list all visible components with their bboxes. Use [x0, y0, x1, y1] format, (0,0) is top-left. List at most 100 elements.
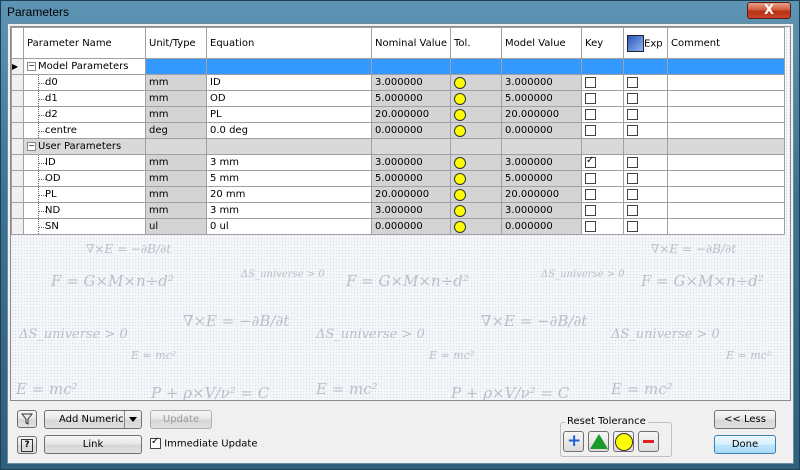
key-checkbox[interactable]	[585, 188, 597, 200]
close-button[interactable]: X	[747, 2, 791, 19]
unit-cell[interactable]: mm	[145, 106, 207, 123]
row-header[interactable]	[11, 138, 24, 155]
collapse-icon[interactable]: −	[27, 141, 36, 151]
parameter-row[interactable]: d1 mm OD 5.000000 5.000000	[11, 90, 786, 107]
key-cell[interactable]	[581, 170, 625, 187]
comment-cell[interactable]	[667, 202, 786, 219]
equation-cell[interactable]: ID	[206, 74, 372, 91]
parameter-row[interactable]: PL mm 20 mm 20.000000 20.000000	[11, 186, 786, 203]
comment-cell[interactable]	[667, 90, 786, 107]
column-header-equation[interactable]: Equation	[206, 27, 372, 59]
done-button[interactable]: Done	[714, 435, 776, 454]
key-cell[interactable]	[581, 74, 625, 91]
parameter-name-cell[interactable]: d1	[23, 90, 146, 107]
unit-cell[interactable]: ul	[145, 218, 207, 235]
unit-cell[interactable]: mm	[145, 74, 207, 91]
column-header-model[interactable]: Model Value	[501, 27, 583, 59]
key-cell[interactable]	[581, 154, 625, 171]
row-header[interactable]	[11, 90, 24, 107]
comment-cell[interactable]	[667, 186, 786, 203]
comment-cell[interactable]	[667, 122, 786, 139]
parameter-row[interactable]: OD mm 5 mm 5.000000 5.000000	[11, 170, 786, 187]
unit-cell[interactable]: mm	[145, 154, 207, 171]
tolerance-cell[interactable]	[450, 74, 503, 91]
column-header-nominal[interactable]: Nominal Value	[370, 27, 452, 59]
parameter-name-cell[interactable]: centre	[23, 122, 146, 139]
comment-cell[interactable]	[667, 218, 786, 235]
tolerance-cell[interactable]	[450, 154, 503, 171]
key-checkbox[interactable]	[585, 156, 597, 168]
row-header[interactable]	[11, 186, 24, 203]
row-header[interactable]	[11, 74, 24, 91]
tolerance-nominal-icon[interactable]	[454, 76, 467, 89]
key-checkbox[interactable]	[585, 124, 597, 136]
less-button[interactable]: << Less	[714, 410, 776, 429]
parameter-row[interactable]: d0 mm ID 3.000000 3.000000	[11, 74, 786, 91]
group-name-cell[interactable]: − Model Parameters	[23, 58, 146, 75]
parameter-name-cell[interactable]: OD	[23, 170, 146, 187]
key-cell[interactable]	[581, 90, 625, 107]
export-checkbox[interactable]	[627, 220, 639, 232]
tolerance-cell[interactable]	[450, 122, 503, 139]
tolerance-nominal-icon[interactable]	[454, 172, 467, 185]
group-row[interactable]: ▶ − Model Parameters	[11, 58, 786, 75]
tolerance-nominal-icon[interactable]	[454, 124, 467, 137]
export-checkbox[interactable]	[627, 124, 639, 136]
tolerance-cell[interactable]	[450, 186, 503, 203]
immediate-update-checkbox[interactable]	[150, 436, 161, 449]
comment-cell[interactable]	[667, 154, 786, 171]
tolerance-nominal-icon[interactable]	[454, 204, 467, 217]
row-header[interactable]	[11, 122, 24, 139]
key-checkbox[interactable]	[585, 92, 597, 104]
key-cell[interactable]	[581, 106, 625, 123]
parameter-name-cell[interactable]: SN	[23, 218, 146, 235]
group-name-cell[interactable]: − User Parameters	[23, 138, 146, 155]
parameter-name-cell[interactable]: d0	[23, 74, 146, 91]
help-button[interactable]: ?	[17, 436, 37, 454]
key-cell[interactable]	[581, 122, 625, 139]
immediate-update-option[interactable]: Immediate Update	[150, 436, 258, 450]
key-cell[interactable]	[581, 202, 625, 219]
comment-cell[interactable]	[667, 106, 786, 123]
export-cell[interactable]	[623, 170, 669, 187]
equation-cell[interactable]: OD	[206, 90, 372, 107]
equation-cell[interactable]: 5 mm	[206, 170, 372, 187]
parameter-row[interactable]: ND mm 3 mm 3.000000 3.000000	[11, 202, 786, 219]
tolerance-cell[interactable]	[450, 106, 503, 123]
key-checkbox[interactable]	[585, 220, 597, 232]
tolerance-upper-button[interactable]: +	[563, 431, 584, 452]
parameter-row[interactable]: SN ul 0 ul 0.000000 0.000000	[11, 218, 786, 235]
column-header-unit[interactable]: Unit/Type	[145, 27, 207, 59]
column-header-key[interactable]: Key	[581, 27, 625, 59]
column-header-exp[interactable]: Exp	[623, 27, 669, 59]
key-cell[interactable]	[581, 186, 625, 203]
key-checkbox[interactable]	[585, 108, 597, 120]
key-checkbox[interactable]	[585, 172, 597, 184]
tolerance-nominal-icon[interactable]	[454, 156, 467, 169]
key-checkbox[interactable]	[585, 76, 597, 88]
export-cell[interactable]	[623, 154, 669, 171]
row-header[interactable]: ▶	[11, 58, 24, 75]
parameter-row[interactable]: centre deg 0.0 deg 0.000000 0.000000	[11, 122, 786, 139]
update-button[interactable]: Update	[150, 410, 212, 429]
filter-button[interactable]	[17, 410, 37, 428]
tolerance-nominal-icon[interactable]	[454, 92, 467, 105]
export-checkbox[interactable]	[627, 172, 639, 184]
unit-cell[interactable]: mm	[145, 170, 207, 187]
equation-cell[interactable]: 0.0 deg	[206, 122, 372, 139]
equation-cell[interactable]: PL	[206, 106, 372, 123]
export-cell[interactable]	[623, 186, 669, 203]
export-cell[interactable]	[623, 74, 669, 91]
tolerance-median-button[interactable]	[588, 431, 609, 452]
unit-cell[interactable]: mm	[145, 186, 207, 203]
comment-cell[interactable]	[667, 170, 786, 187]
tolerance-cell[interactable]	[450, 218, 503, 235]
unit-cell[interactable]: mm	[145, 202, 207, 219]
parameter-row[interactable]: ID mm 3 mm 3.000000 3.000000	[11, 154, 786, 171]
tolerance-cell[interactable]	[450, 90, 503, 107]
collapse-icon[interactable]: −	[27, 61, 36, 71]
export-checkbox[interactable]	[627, 76, 639, 88]
tolerance-cell[interactable]	[450, 202, 503, 219]
export-checkbox[interactable]	[627, 188, 639, 200]
title-bar[interactable]: Parameters X	[1, 1, 799, 23]
